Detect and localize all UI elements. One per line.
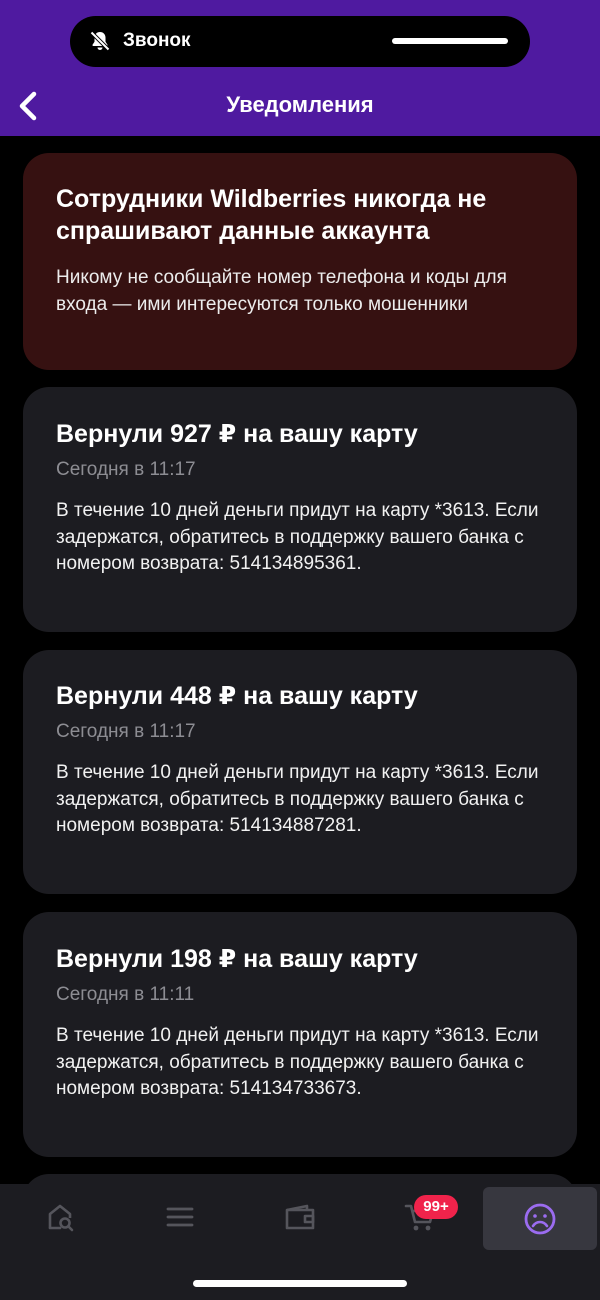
top-bar: Звонок Уведомления xyxy=(0,0,600,136)
notification-text: В течение 10 дней деньги придут на карту… xyxy=(56,1025,539,1099)
call-status-pill[interactable]: Звонок xyxy=(70,16,530,67)
nav-profile[interactable] xyxy=(483,1187,597,1250)
notification-date: Сегодня в 11:17 xyxy=(56,459,196,480)
notification-card[interactable]: Вернули 448 ₽ на вашу карту Сегодня в 11… xyxy=(23,650,577,894)
notification-title: Вернули 927 ₽ на вашу карту xyxy=(56,420,418,448)
notifications-list[interactable]: Сотрудники Wildberries никогда не спраши… xyxy=(0,136,600,1184)
nav-catalog[interactable] xyxy=(120,1184,240,1250)
security-warning-card: Сотрудники Wildberries никогда не спраши… xyxy=(23,153,577,370)
notification-date: Сегодня в 11:17 xyxy=(56,721,196,742)
notification-card[interactable]: Вернули 198 ₽ на вашу карту Сегодня в 11… xyxy=(23,912,577,1157)
notification-title: Вернули 448 ₽ на вашу карту xyxy=(56,682,418,710)
home-indicator[interactable] xyxy=(193,1280,407,1287)
home-search-icon xyxy=(48,1204,74,1232)
notification-card-partial[interactable] xyxy=(23,1174,577,1184)
wallet-icon xyxy=(285,1204,315,1230)
notification-text: В течение 10 дней деньги придут на карту… xyxy=(56,762,539,836)
notification-text: В течение 10 дней деньги придут на карту… xyxy=(56,500,539,574)
notification-title: Вернули 198 ₽ на вашу карту xyxy=(56,945,418,973)
menu-icon xyxy=(166,1207,194,1227)
cart-count-badge: 99+ xyxy=(414,1195,458,1219)
notification-card[interactable]: Вернули 927 ₽ на вашу карту Сегодня в 11… xyxy=(23,387,577,632)
bottom-navigation: 99+ xyxy=(0,1184,600,1300)
nav-home[interactable] xyxy=(0,1184,120,1250)
call-label: Звонок xyxy=(123,30,191,51)
notification-date: Сегодня в 11:11 xyxy=(56,984,195,1005)
warning-title: Сотрудники Wildberries никогда не спраши… xyxy=(56,185,487,245)
call-progress-bar xyxy=(392,38,508,44)
nav-wallet[interactable] xyxy=(240,1184,360,1250)
bell-muted-icon xyxy=(89,30,111,52)
warning-text: Никому не сообщайте номер телефона и код… xyxy=(56,267,507,315)
profile-icon xyxy=(524,1203,556,1234)
page-title: Уведомления xyxy=(226,92,374,117)
